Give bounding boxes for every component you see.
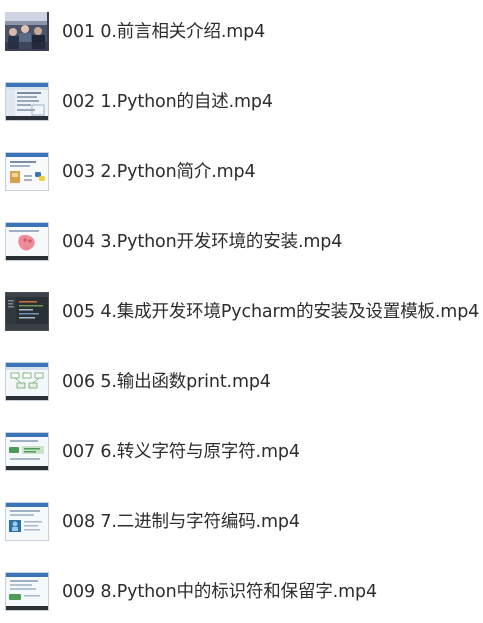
file-item[interactable]: 008 7.二进制与字符编码.mp4 xyxy=(0,491,483,553)
file-name: 005 4.集成开发环境Pycharm的安装及设置模板.mp4 xyxy=(62,302,480,322)
video-thumbnail xyxy=(5,502,49,541)
video-file-list: 001 0.前言相关介绍.mp4 002 1.Python的自述.mp4 003… xyxy=(0,0,483,611)
file-name: 003 2.Python简介.mp4 xyxy=(62,162,256,182)
file-item[interactable]: 006 5.输出函数print.mp4 xyxy=(0,351,483,413)
video-thumbnail xyxy=(5,362,49,401)
video-thumbnail xyxy=(5,292,49,331)
video-thumbnail xyxy=(5,222,49,261)
file-name: 007 6.转义字符与原字符.mp4 xyxy=(62,442,300,462)
video-thumbnail xyxy=(5,572,49,611)
video-thumbnail xyxy=(5,432,49,471)
file-name: 006 5.输出函数print.mp4 xyxy=(62,372,271,392)
video-thumbnail xyxy=(5,152,49,191)
file-item[interactable]: 003 2.Python简介.mp4 xyxy=(0,141,483,203)
file-item[interactable]: 007 6.转义字符与原字符.mp4 xyxy=(0,421,483,483)
file-name: 009 8.Python中的标识符和保留字.mp4 xyxy=(62,582,377,602)
file-item[interactable]: 001 0.前言相关介绍.mp4 xyxy=(0,1,483,63)
file-name: 001 0.前言相关介绍.mp4 xyxy=(62,22,266,42)
file-item[interactable]: 002 1.Python的自述.mp4 xyxy=(0,71,483,133)
video-thumbnail xyxy=(5,82,49,121)
file-item[interactable]: 004 3.Python开发环境的安装.mp4 xyxy=(0,211,483,273)
file-item[interactable]: 005 4.集成开发环境Pycharm的安装及设置模板.mp4 xyxy=(0,281,483,343)
file-item[interactable]: 009 8.Python中的标识符和保留字.mp4 xyxy=(0,561,483,623)
file-name: 004 3.Python开发环境的安装.mp4 xyxy=(62,232,343,252)
file-name: 002 1.Python的自述.mp4 xyxy=(62,92,273,112)
video-thumbnail xyxy=(5,12,49,51)
file-name: 008 7.二进制与字符编码.mp4 xyxy=(62,512,300,532)
